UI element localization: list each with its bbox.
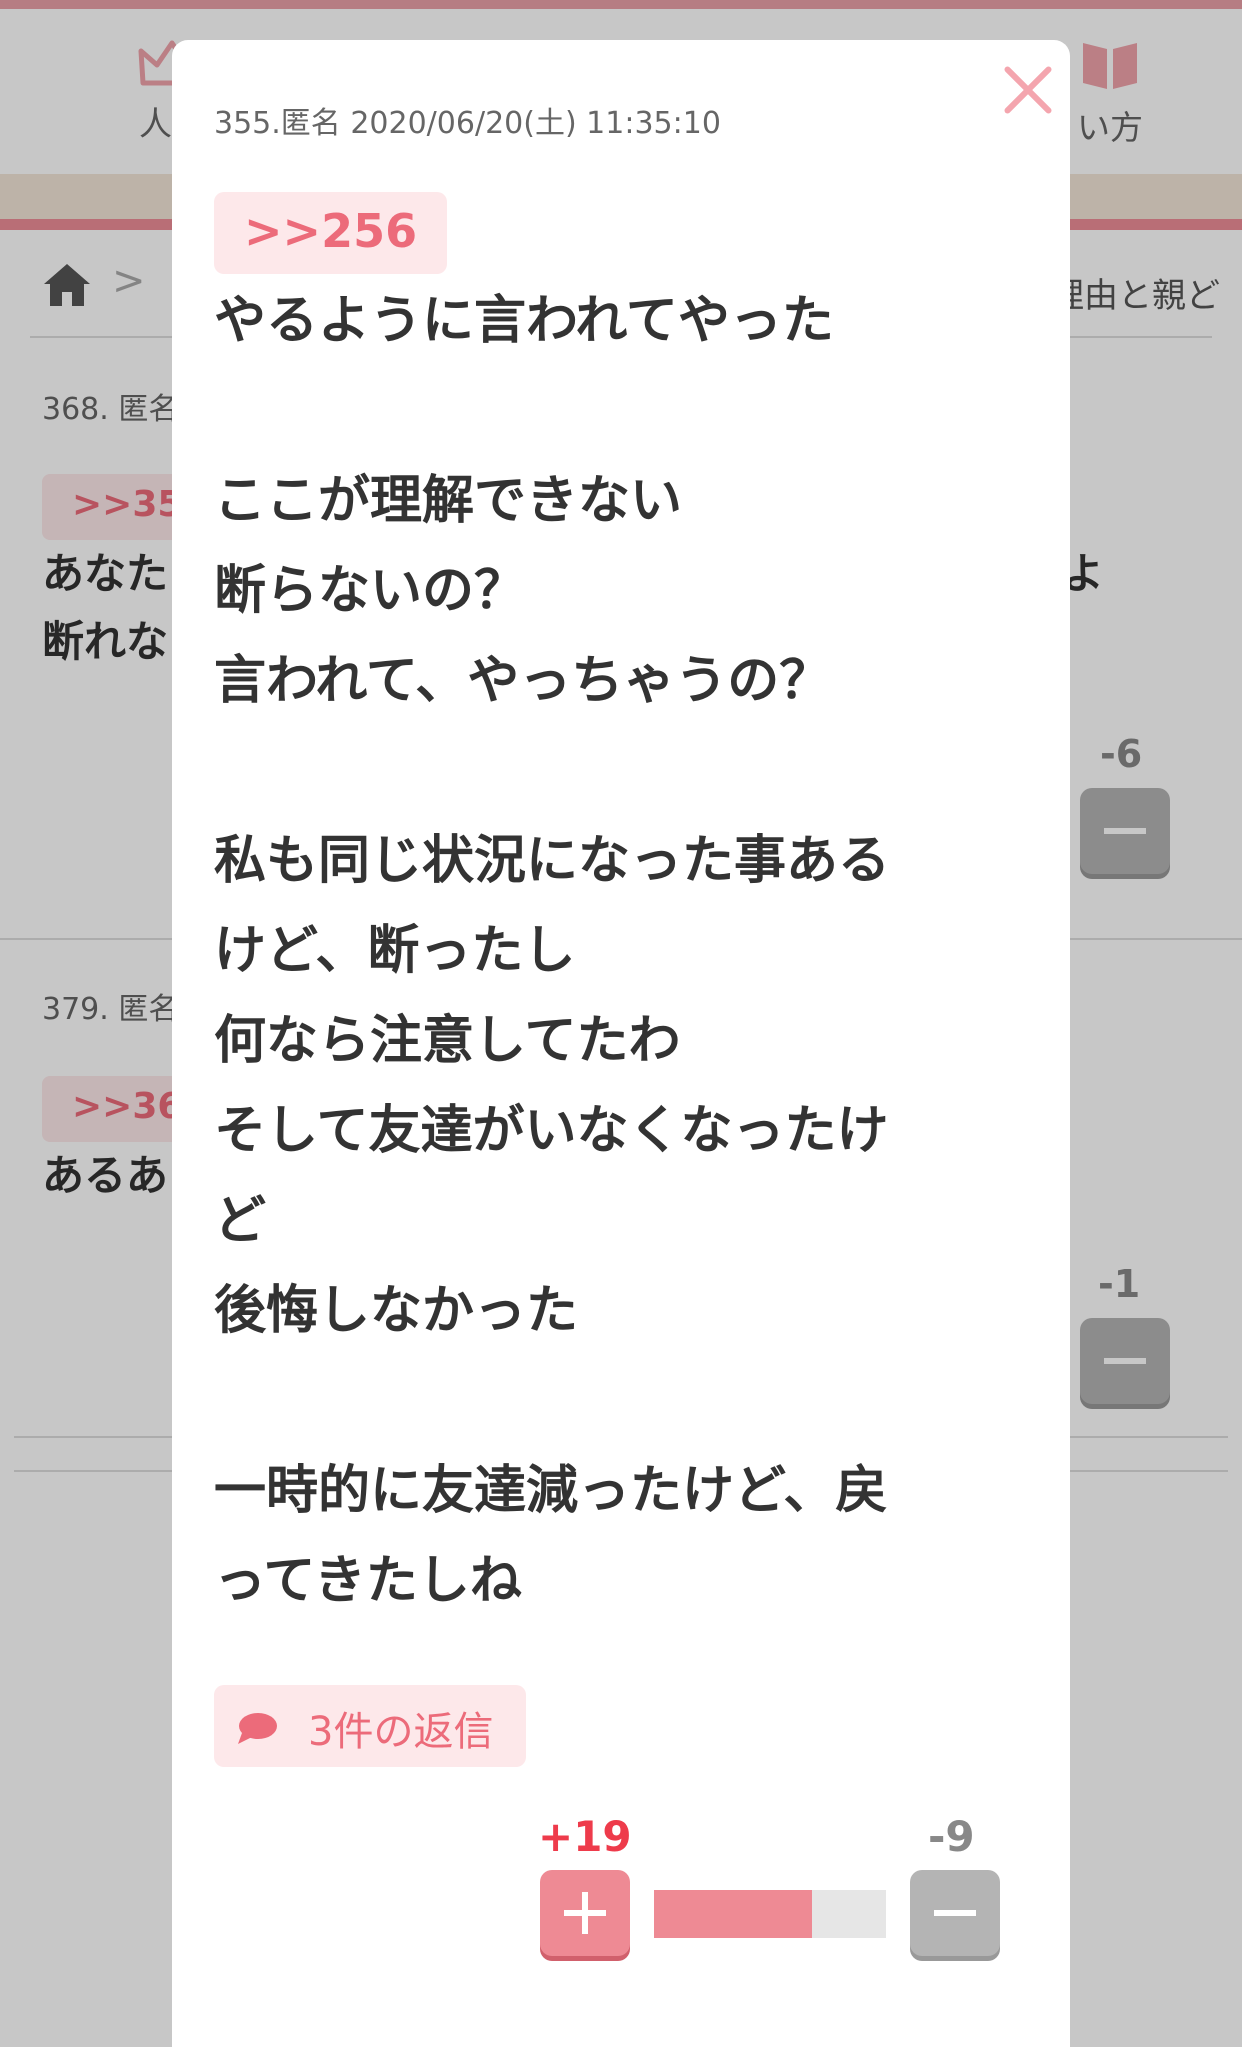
vote-ratio-fill: [654, 1890, 812, 1938]
comment-text-line: けど、断ったし: [214, 921, 576, 981]
comment-text-line: ってきたしね: [214, 1551, 522, 1611]
comment-header: 355.匿名 2020/06/20(土) 11:35:10: [214, 106, 721, 141]
replies-button[interactable]: 3件の返信: [214, 1685, 526, 1767]
comment-text-line: ど: [214, 1191, 267, 1251]
minus-vote-button[interactable]: [910, 1870, 1000, 1956]
replies-label: 3件の返信: [308, 1709, 494, 1755]
comment-text-line: 私も同じ状況になった事ある: [214, 831, 891, 891]
plus-score: +19: [538, 1812, 632, 1861]
minus-score: -9: [928, 1812, 975, 1861]
comment-text-line: 言われて、やっちゃうの？: [214, 651, 832, 711]
close-icon[interactable]: [1000, 62, 1056, 118]
speech-bubble-icon: [238, 1713, 277, 1744]
comment-modal: 355.匿名 2020/06/20(土) 11:35:10 >>256 やるよう…: [172, 40, 1070, 2047]
comment-body: やるように言われてやった ここが理解できない 断らないの？ 言われて、やっちゃう…: [214, 276, 1034, 1626]
comment-text-line: 断らないの？: [214, 561, 527, 621]
comment-text-line: ここが理解できない: [214, 471, 683, 531]
plus-vote-button[interactable]: [540, 1870, 630, 1956]
comment-text-line: 後悔しなかった: [214, 1281, 579, 1341]
comment-anchor-link[interactable]: >>256: [214, 192, 448, 274]
vote-ratio-bar: [654, 1890, 886, 1938]
comment-text-line: そして友達がいなくなったけ: [214, 1101, 889, 1161]
comment-text-line: 何なら注意してたわ: [214, 1011, 681, 1071]
comment-text-line: やるように言われてやった: [214, 291, 834, 351]
comment-text-line: 一時的に友達減ったけど、戻: [214, 1461, 888, 1521]
